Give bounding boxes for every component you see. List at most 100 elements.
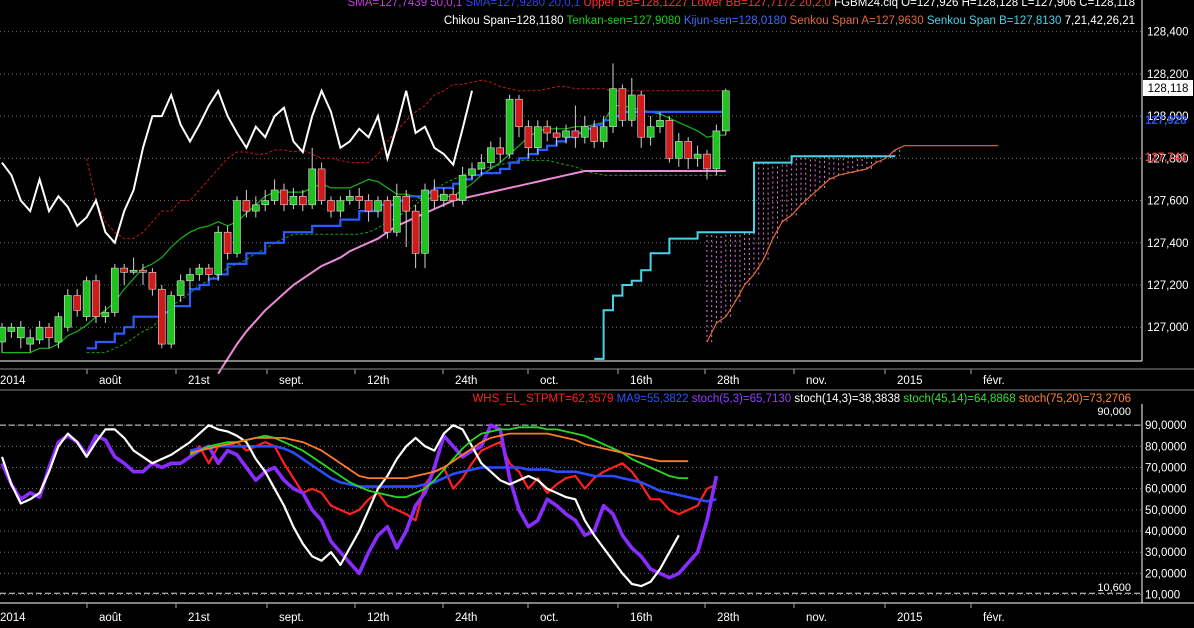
candle-body[interactable] <box>684 141 693 159</box>
candle-body[interactable] <box>0 326 6 343</box>
candle-body[interactable] <box>139 269 147 273</box>
time-axis-label: oct. <box>540 612 559 624</box>
candle-body[interactable] <box>599 126 608 142</box>
candle-body[interactable] <box>590 126 599 142</box>
candle-body[interactable] <box>646 126 655 138</box>
candle-body[interactable] <box>167 295 175 345</box>
candle-body[interactable] <box>101 312 110 317</box>
candle-body[interactable] <box>317 168 326 201</box>
time-axis-label: août <box>99 375 122 387</box>
candle-body[interactable] <box>486 147 495 163</box>
candle-body[interactable] <box>665 120 674 159</box>
candle-body[interactable] <box>111 267 119 313</box>
candle-body[interactable] <box>129 269 138 273</box>
time-axis-label: 12th <box>367 612 389 624</box>
candle-body[interactable] <box>270 189 279 201</box>
candle-body[interactable] <box>449 193 458 201</box>
candle-body[interactable] <box>205 267 213 275</box>
candle-body[interactable] <box>609 88 617 127</box>
kijun-side-tag: 127,928 <box>1145 115 1187 127</box>
candle-body[interactable] <box>533 126 542 149</box>
candle-body[interactable] <box>92 280 100 317</box>
time-axis-label: 28th <box>717 375 739 387</box>
candle-body[interactable] <box>289 196 298 206</box>
candle-body[interactable] <box>721 90 730 132</box>
candle-body[interactable] <box>656 120 664 127</box>
upper-level-label: 90,000 <box>1097 406 1131 418</box>
candle-body[interactable] <box>35 326 44 341</box>
candle-body[interactable] <box>233 200 241 254</box>
time-axis-label: 2015 <box>897 375 923 387</box>
candle-body[interactable] <box>195 267 204 275</box>
candle-body[interactable] <box>73 295 81 311</box>
candle-body[interactable] <box>176 280 185 296</box>
candle-body[interactable] <box>158 288 166 345</box>
price-header-row-2: Chikou Span=128,1180 Tenkan-sen=127,9080… <box>444 15 1135 27</box>
candle-body[interactable] <box>458 174 467 201</box>
candle-body[interactable] <box>571 130 580 138</box>
candle-body[interactable] <box>543 126 552 134</box>
candle-body[interactable] <box>439 193 448 201</box>
candle-body[interactable] <box>120 267 128 273</box>
time-axis-label: 21st <box>188 375 211 387</box>
candle-body[interactable] <box>392 196 401 233</box>
candle-body[interactable] <box>252 204 260 212</box>
candle-body[interactable] <box>64 295 72 328</box>
candle-body[interactable] <box>421 189 429 254</box>
candle-body[interactable] <box>618 88 627 121</box>
candle-body[interactable] <box>54 316 63 343</box>
candle-body[interactable] <box>374 200 382 212</box>
candle-body[interactable] <box>402 196 411 212</box>
candle-body[interactable] <box>355 196 364 201</box>
time-axis-label: nov. <box>806 375 827 387</box>
price-axis-label: 128,400 <box>1147 27 1189 39</box>
time-axis-label: 16th <box>630 375 652 387</box>
candle-body[interactable] <box>298 196 307 206</box>
candle-body[interactable] <box>552 132 561 138</box>
oscillator-axis-label: 30,0000 <box>1145 547 1187 559</box>
candle-body[interactable] <box>364 200 373 212</box>
candle-body[interactable] <box>242 200 251 212</box>
trading-chart[interactable]: 128,400128,200128,000127,800127,600127,4… <box>0 0 1194 628</box>
candle-body[interactable] <box>496 147 505 155</box>
candle-body[interactable] <box>214 231 222 275</box>
candle-body[interactable] <box>411 210 420 254</box>
time-axis-label: 16th <box>630 612 652 624</box>
candle-body[interactable] <box>524 126 533 149</box>
candle-body[interactable] <box>345 196 354 201</box>
candle-body[interactable] <box>712 130 721 170</box>
candle-body[interactable] <box>703 153 711 170</box>
candle-body[interactable] <box>223 231 232 254</box>
candle-body[interactable] <box>327 200 335 212</box>
candle-body[interactable] <box>82 280 91 317</box>
candle-body[interactable] <box>336 200 345 212</box>
candle-body[interactable] <box>562 130 570 138</box>
oscillator-axis-label: 60,0000 <box>1145 484 1187 496</box>
candle-body[interactable] <box>26 337 35 345</box>
header-item: 7,21,42,26,21 <box>1061 15 1135 27</box>
candle-body[interactable] <box>186 274 194 282</box>
candle-body[interactable] <box>16 326 25 339</box>
candle-body[interactable] <box>515 98 523 127</box>
candle-body[interactable] <box>280 189 288 206</box>
price-axis-label: 127,600 <box>1147 196 1189 208</box>
candle-body[interactable] <box>637 94 646 138</box>
candle-body[interactable] <box>430 189 439 201</box>
candle-body[interactable] <box>505 98 514 155</box>
candle-body[interactable] <box>7 326 16 332</box>
candle-body[interactable] <box>148 272 157 290</box>
candle-body[interactable] <box>308 168 317 206</box>
candle-body[interactable] <box>627 94 636 121</box>
candle-body[interactable] <box>383 200 392 233</box>
oscillator-axis-label: 40,0000 <box>1145 526 1187 538</box>
header-item: Chikou Span=128,1180 <box>444 15 564 27</box>
time-axis-label: sept. <box>279 375 304 387</box>
candle-body[interactable] <box>261 200 270 206</box>
candle-body[interactable] <box>693 153 702 159</box>
candle-body[interactable] <box>468 168 476 176</box>
candle-body[interactable] <box>580 126 589 138</box>
candle-body[interactable] <box>45 326 53 339</box>
candle-body[interactable] <box>477 162 486 170</box>
header-item: Tenkan-sen=127,9080 <box>564 15 681 27</box>
candle-body[interactable] <box>674 141 683 159</box>
